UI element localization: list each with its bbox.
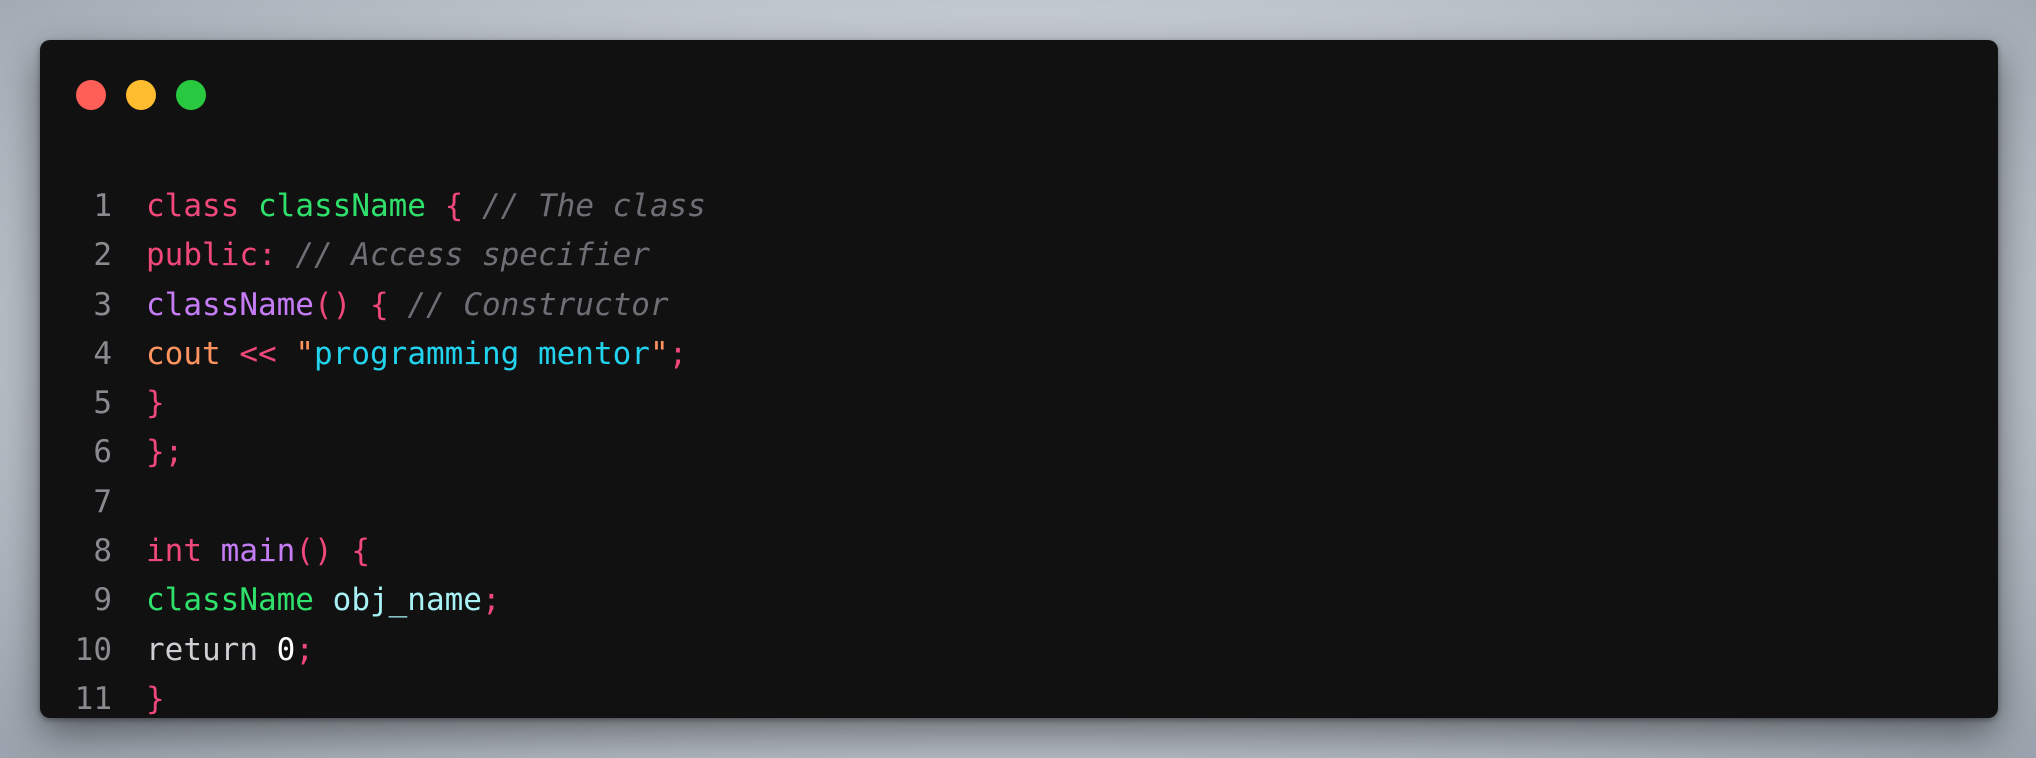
code-line: 6};	[40, 428, 706, 477]
line-number: 8	[93, 533, 112, 570]
code-token: className	[146, 286, 314, 323]
code-block: 1 class className { // The class 2 public: …	[40, 182, 706, 718]
code-token: ;	[668, 335, 688, 372]
code-token: public:	[146, 237, 277, 274]
line-code: int main() {	[146, 527, 370, 576]
code-token: 0	[276, 631, 296, 668]
line-number: 9	[93, 582, 112, 619]
code-token: {	[444, 188, 464, 224]
code-token: ;	[295, 631, 314, 668]
code-comment: // The class	[482, 188, 706, 224]
code-line: 8 int main() {	[40, 527, 706, 576]
code-line: 5}	[40, 379, 706, 428]
code-comment: // Access specifier	[295, 237, 650, 274]
code-token: class	[146, 188, 240, 224]
code-line: 7	[40, 478, 706, 527]
line-code: };	[146, 428, 183, 477]
code-token: {	[369, 286, 389, 323]
code-token: ()	[313, 286, 352, 323]
window-controls	[76, 80, 206, 110]
code-token: programming mentor	[314, 335, 650, 372]
close-dot[interactable]	[76, 80, 106, 110]
code-token: className	[258, 188, 426, 224]
code-comment: // Constructor	[407, 286, 669, 323]
code-token: {	[351, 533, 370, 570]
line-code: class className { // The class	[146, 182, 706, 231]
line-number: 2	[93, 237, 112, 274]
line-number: 6	[93, 434, 112, 471]
code-token: main	[220, 533, 296, 570]
line-number: 3	[93, 286, 112, 323]
minimize-dot[interactable]	[126, 80, 156, 110]
code-line: 11}	[40, 675, 706, 718]
code-token: cout	[146, 335, 221, 372]
line-code: cout << "programming mentor";	[146, 330, 687, 379]
line-number: 7	[93, 483, 112, 520]
line-code: className obj_name;	[146, 576, 501, 625]
line-code: className() { // Constructor	[146, 281, 669, 330]
line-number: 11	[74, 680, 112, 717]
line-number: 5	[93, 385, 112, 422]
code-window: 1 class className { // The class 2 public: …	[40, 40, 1998, 718]
code-line: 3 className() { // Constructor	[40, 281, 706, 330]
code-line: 2 public: // Access specifier	[40, 231, 706, 280]
code-token: ()	[295, 533, 333, 570]
code-token: return	[146, 631, 258, 668]
code-token: obj_name	[332, 582, 482, 619]
line-code: }	[146, 675, 165, 718]
line-code: }	[146, 379, 165, 428]
code-token: "	[295, 335, 314, 372]
code-line: 1 class className { // The class	[40, 182, 706, 231]
code-token: className	[146, 582, 314, 619]
maximize-dot[interactable]	[176, 80, 206, 110]
code-token: }	[146, 680, 165, 717]
code-line: 4 cout << "programming mentor";	[40, 330, 706, 379]
line-code: return 0;	[146, 626, 314, 675]
code-token: int	[146, 533, 202, 570]
code-token: <<	[239, 335, 277, 372]
line-code: public: // Access specifier	[146, 231, 650, 280]
line-number: 10	[74, 631, 112, 668]
line-number: 1	[93, 188, 112, 224]
code-token: }	[146, 385, 165, 422]
code-line: 9 className obj_name;	[40, 576, 706, 625]
code-token: ;	[481, 582, 501, 619]
code-token: "	[649, 335, 669, 372]
code-line: 10 return 0;	[40, 626, 706, 675]
line-number: 4	[93, 335, 112, 372]
code-token: };	[146, 434, 184, 471]
